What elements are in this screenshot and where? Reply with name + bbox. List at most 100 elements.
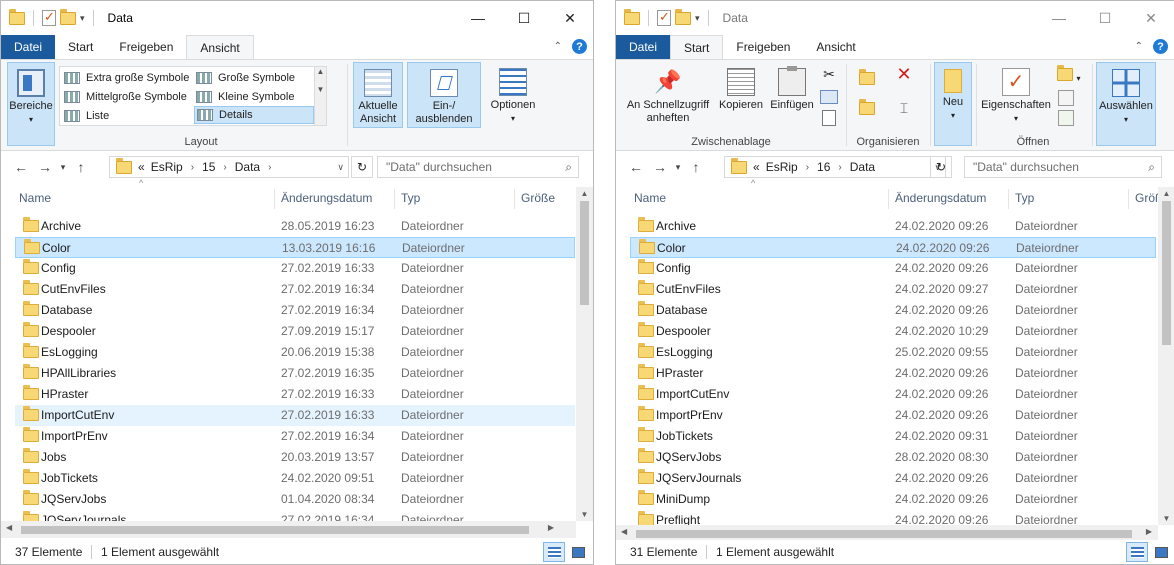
tab-freigeben[interactable]: Freigeben [106,35,186,59]
table-row[interactable]: ImportPrEnv 27.02.2019 16:34 Dateiordner [15,426,575,447]
properties-icon[interactable] [657,9,671,26]
minimize-button[interactable]: — [455,1,501,35]
forward-arrow-icon[interactable]: → [648,159,672,175]
breadcrumb-esrip[interactable]: EsRip [766,160,798,174]
recent-dropdown-icon[interactable]: ▾ [672,162,684,173]
table-row[interactable]: HPraster 27.02.2019 16:33 Dateiordner [15,384,575,405]
column-type[interactable]: Typ [1009,187,1034,209]
properties-icon[interactable] [42,9,56,26]
up-arrow-icon[interactable]: ↑ [684,159,708,175]
details-view-button[interactable] [1126,542,1148,562]
paste-button[interactable]: Einfügen [766,62,818,130]
scroll-thumb[interactable] [580,201,589,305]
breadcrumb-overflow[interactable]: « [138,160,145,174]
history-icon[interactable] [1058,110,1074,126]
select-button[interactable]: Auswählen ▾ [1096,62,1156,146]
large-icons-view-button[interactable] [567,542,589,562]
copy-button[interactable]: Kopieren [716,62,766,130]
delete-icon[interactable]: ✕ [892,65,916,90]
new-folder-icon[interactable] [60,8,76,25]
refresh-icon[interactable]: ↻ [930,156,952,178]
layout-extra-large-icons[interactable]: Extra große Symbole [62,69,192,87]
recent-dropdown-icon[interactable]: ▾ [57,162,69,173]
paste-shortcut-icon[interactable] [822,110,836,126]
table-row[interactable]: JQServJournals 24.02.2020 09:26 Dateiordne… [630,468,1156,489]
table-row[interactable]: Color 13.03.2019 16:16 Dateiordner [15,237,575,258]
aktuelle-ansicht-button[interactable]: Aktuelle Ansicht [353,62,403,128]
pin-quick-access-button[interactable]: 📌 An Schnellzugriff anheften [620,62,716,130]
layout-list[interactable]: Liste [62,107,192,125]
layout-large-icons[interactable]: Große Symbole [194,69,312,87]
tab-datei[interactable]: Datei [616,35,671,59]
hscroll-thumb[interactable] [21,526,529,534]
table-row[interactable]: ImportCutEnv 24.02.2020 09:26 Dateiordner [630,384,1156,405]
tab-ansicht[interactable]: Ansicht [186,35,254,59]
table-row[interactable]: HPraster 24.02.2020 09:26 Dateiordner [630,363,1156,384]
table-row[interactable]: JobTickets 24.02.2020 09:31 Dateiordner [630,426,1156,447]
table-row[interactable]: Despooler 27.09.2019 15:17 Dateiordner [15,321,575,342]
table-row[interactable]: EsLogging 20.06.2019 15:38 Dateiordner [15,342,575,363]
help-icon[interactable]: ? [1153,39,1168,54]
edit-icon[interactable] [1058,90,1074,106]
scroll-left-icon[interactable]: ◀ [621,527,627,536]
back-arrow-icon[interactable]: ← [9,159,33,175]
maximize-button[interactable]: ☐ [501,1,547,35]
scroll-up-icon[interactable]: ▲ [576,189,593,198]
address-dropdown-icon[interactable]: ∨ [337,162,344,173]
move-to-icon[interactable] [854,69,880,90]
column-name[interactable]: Name [13,187,51,209]
new-folder-icon[interactable] [675,8,691,25]
breadcrumb-overflow[interactable]: « [753,160,760,174]
breadcrumb-esrip[interactable]: EsRip [151,160,183,174]
table-row[interactable]: Despooler 24.02.2020 10:29 Dateiordner [630,321,1156,342]
search-input[interactable]: "Data" durchsuchen ⌕ [377,156,579,178]
new-button[interactable]: Neu ▾ [934,62,972,146]
back-arrow-icon[interactable]: ← [624,159,648,175]
search-input[interactable]: "Data" durchsuchen ⌕ [964,156,1162,178]
customize-dropdown-icon[interactable]: ▾ [695,13,700,24]
breadcrumb-data[interactable]: Data [235,160,260,174]
layout-medium-icons[interactable]: Mittelgroße Symbole [62,88,192,106]
properties-button[interactable]: ✓ Eigenschaften ▾ [980,62,1052,130]
scroll-down-icon[interactable]: ▼ [576,510,593,519]
table-row[interactable]: JQServJobs 28.02.2020 08:30 Dateiordner [630,447,1156,468]
breadcrumb-15[interactable]: 15 [202,160,215,174]
table-row[interactable]: ImportPrEnv 24.02.2020 09:26 Dateiordner [630,405,1156,426]
column-size[interactable]: Größe [515,187,555,209]
cut-icon[interactable]: ✂ [820,67,838,86]
table-row[interactable]: Jobs 20.03.2019 13:57 Dateiordner [15,447,575,468]
table-row[interactable]: ImportCutEnv 27.02.2019 16:33 Dateiordner [15,405,575,426]
refresh-icon[interactable]: ↻ [351,156,373,178]
scroll-left-icon[interactable]: ◀ [6,523,12,532]
details-view-button[interactable] [543,542,565,562]
large-icons-view-button[interactable] [1150,542,1172,562]
tab-start[interactable]: Start [670,35,724,59]
breadcrumb-data[interactable]: Data [850,160,875,174]
column-type[interactable]: Typ [395,187,420,209]
tab-ansicht[interactable]: Ansicht [803,35,868,59]
column-name[interactable]: Name [628,187,666,209]
table-row[interactable]: Config 27.02.2019 16:33 Dateiordner [15,258,575,279]
optionen-button[interactable]: Optionen ▾ [485,62,541,128]
open-icon[interactable]: ▾ [1056,65,1082,86]
scroll-up-icon[interactable]: ▲ [1158,189,1174,198]
layout-details[interactable]: Details [194,106,314,124]
table-row[interactable]: CutEnvFiles 27.02.2019 16:34 Dateiordner [15,279,575,300]
close-button[interactable]: ✕ [1128,1,1174,35]
scroll-right-icon[interactable]: ▶ [1146,527,1152,536]
table-row[interactable]: HPAllLibraries 27.02.2019 16:35 Dateiordne… [15,363,575,384]
up-arrow-icon[interactable]: ↑ [69,159,93,175]
tab-start[interactable]: Start [55,35,106,59]
layout-small-icons[interactable]: Kleine Symbole [194,88,312,106]
table-row[interactable]: JobTickets 24.02.2020 09:51 Dateiordner [15,468,575,489]
table-row[interactable]: Color 24.02.2020 09:26 Dateiordner [630,237,1156,258]
address-bar[interactable]: « EsRip › 16 › Data ∨ [724,156,946,178]
customize-dropdown-icon[interactable]: ▾ [80,13,85,24]
table-row[interactable]: Database 24.02.2020 09:26 Dateiordner [630,300,1156,321]
table-row[interactable]: Archive 24.02.2020 09:26 Dateiordner [630,216,1156,237]
copy-to-icon[interactable] [854,99,880,120]
table-row[interactable]: MiniDump 24.02.2020 09:26 Dateiordner [630,489,1156,510]
vertical-scrollbar[interactable]: ▲ ▼ [1158,187,1174,525]
address-bar[interactable]: « EsRip › 15 › Data › ∨ [109,156,349,178]
minimize-button[interactable]: — [1036,1,1082,35]
